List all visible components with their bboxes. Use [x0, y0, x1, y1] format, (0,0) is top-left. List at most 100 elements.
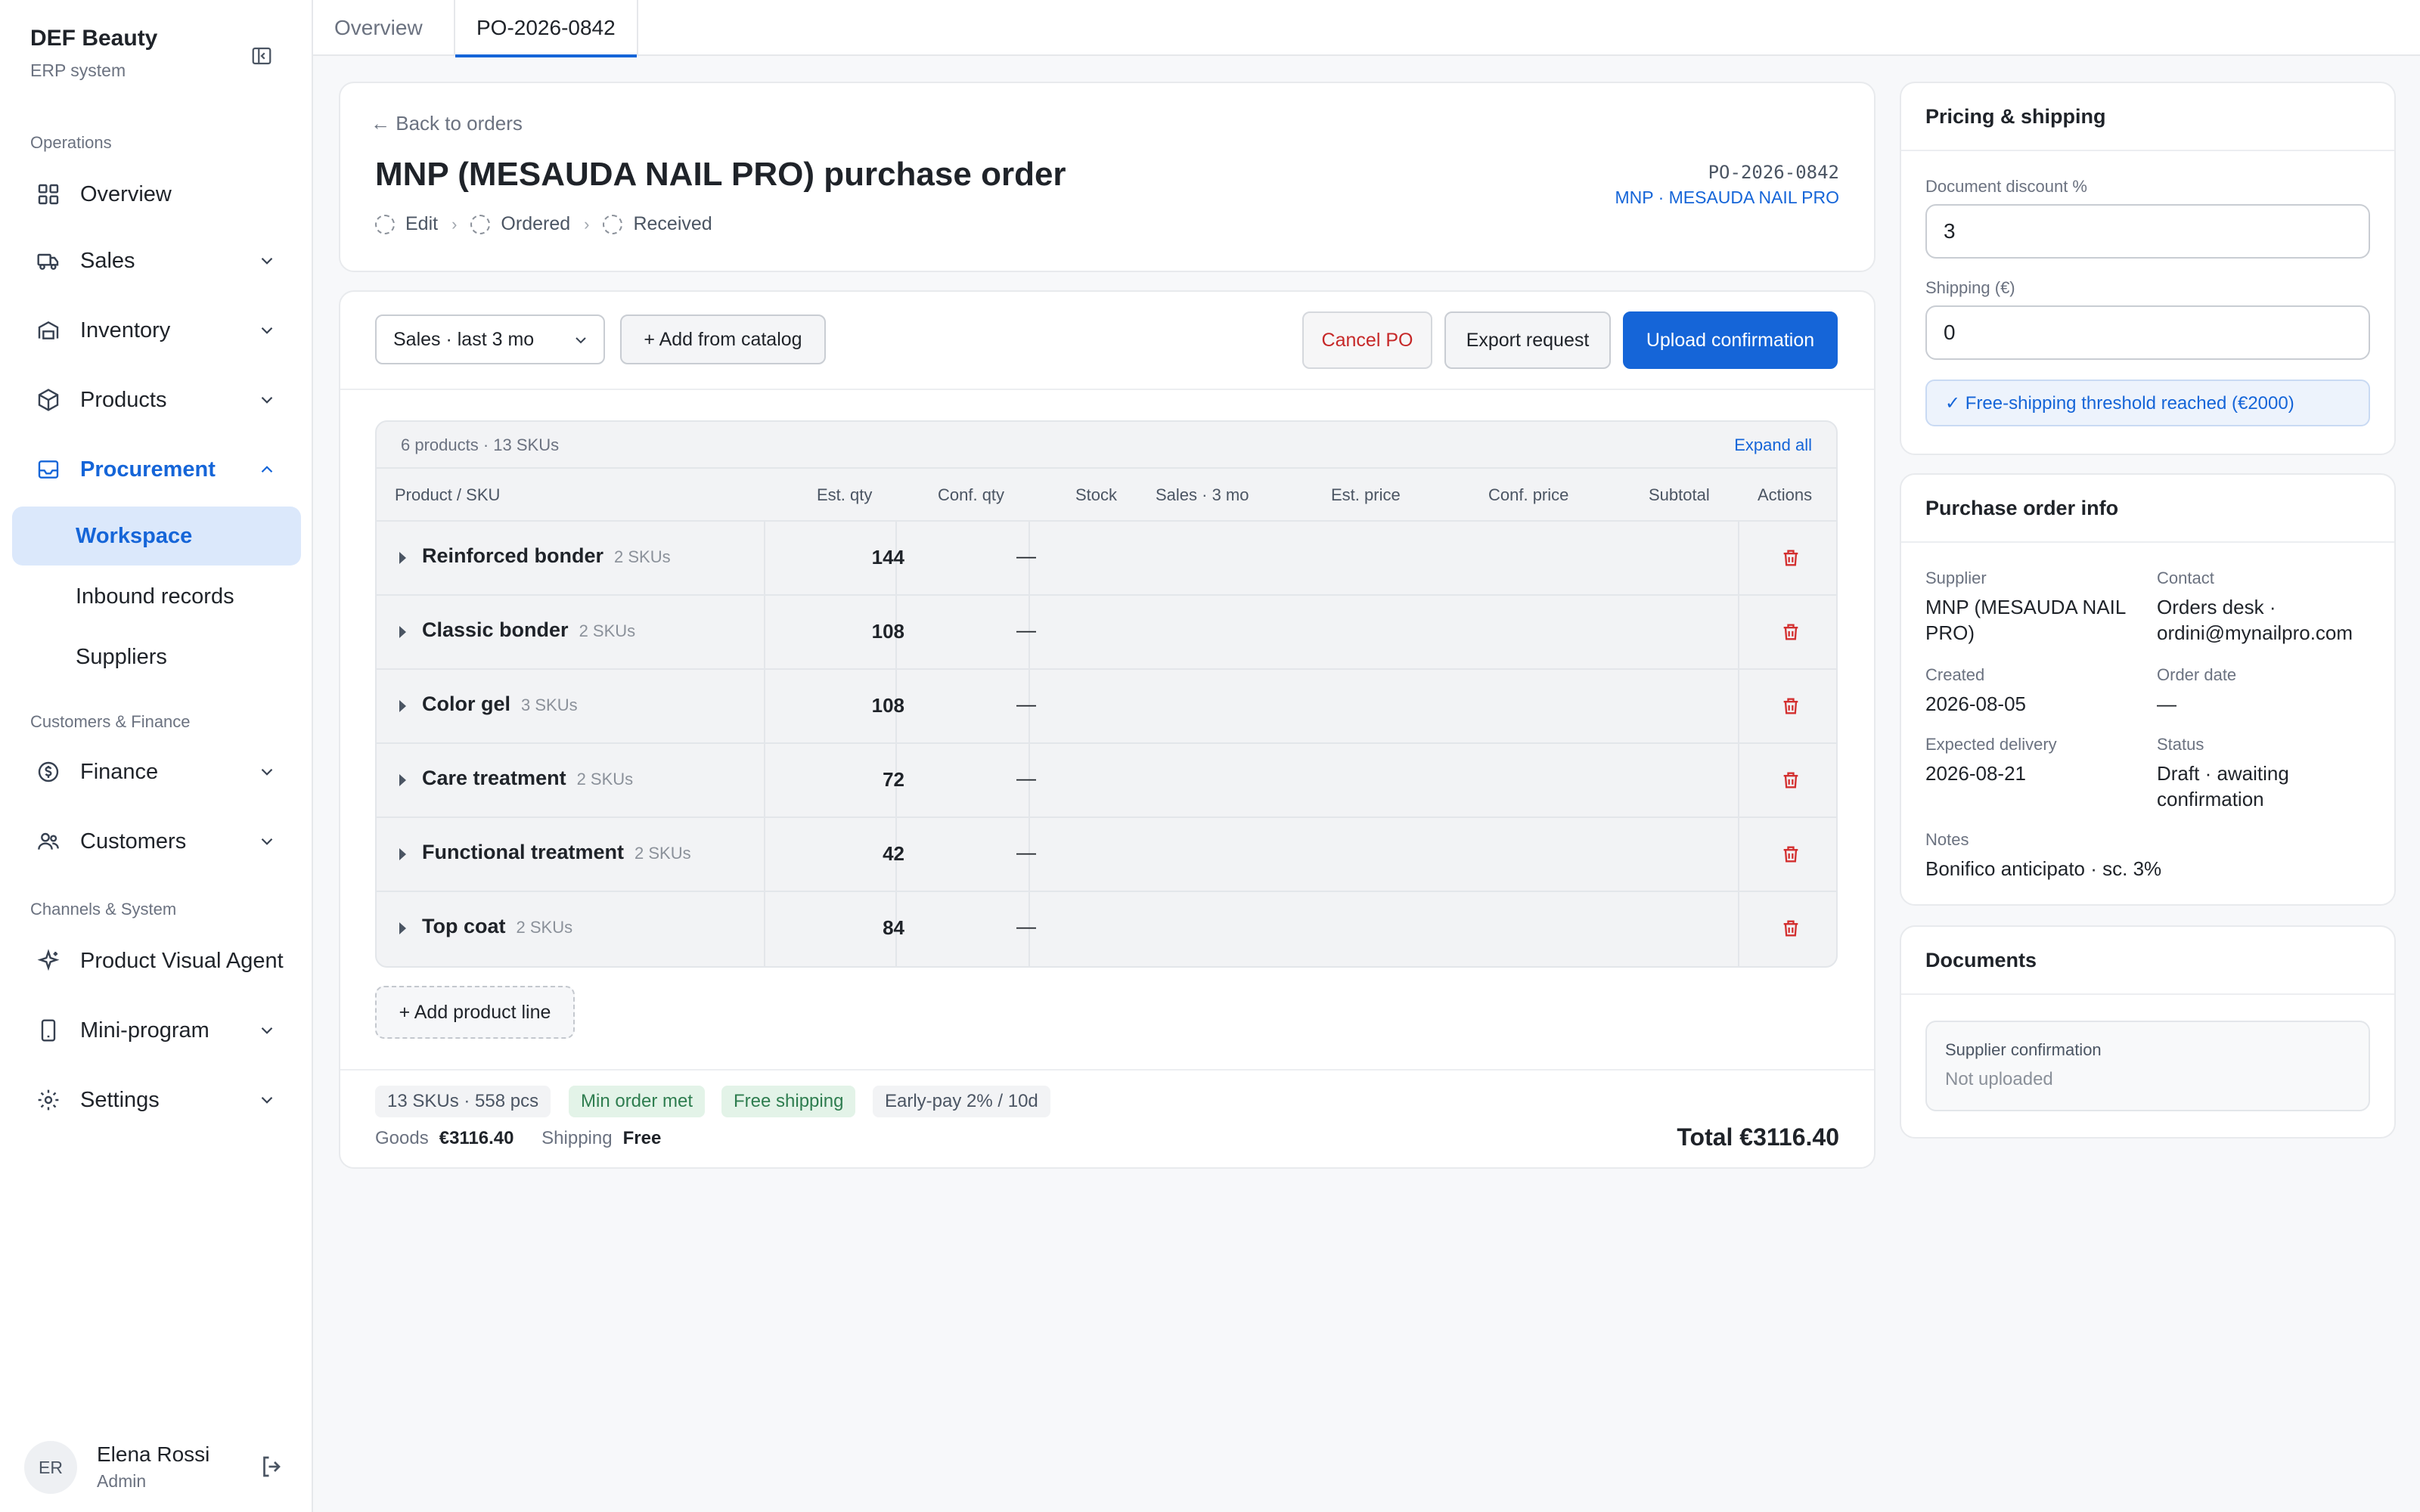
- back-to-orders-link[interactable]: ← Back to orders: [371, 112, 523, 135]
- upload-confirmation-button[interactable]: Upload confirmation: [1623, 311, 1838, 369]
- expand-caret-icon[interactable]: [399, 552, 406, 564]
- conf-qty: —: [1016, 692, 1036, 715]
- sidebar-item-products[interactable]: Products: [12, 370, 301, 429]
- trash-icon[interactable]: [1780, 620, 1801, 644]
- table-row[interactable]: Care treatment 2 SKUs 72 —: [377, 744, 1836, 818]
- add-product-line-button[interactable]: + Add product line: [375, 986, 575, 1039]
- chevron-right-icon: ›: [451, 214, 458, 234]
- expected-delivery-label: Expected delivery: [1925, 735, 2057, 754]
- export-request-button[interactable]: Export request: [1444, 311, 1611, 369]
- table-row[interactable]: Reinforced bonder 2 SKUs 144 —: [377, 522, 1836, 596]
- chevron-down-icon: [576, 337, 586, 344]
- table-row[interactable]: Classic bonder 2 SKUs 108 —: [377, 596, 1836, 670]
- expand-caret-icon[interactable]: [399, 848, 406, 860]
- sidebar-collapse-icon[interactable]: [248, 42, 275, 70]
- chevron-down-icon: [261, 1027, 273, 1034]
- conf-qty: —: [1016, 544, 1036, 567]
- sku-count: 2 SKUs: [614, 547, 671, 566]
- table-row[interactable]: Color gel 3 SKUs 108 —: [377, 670, 1836, 744]
- po-code: PO-2026-0842: [1708, 162, 1839, 183]
- column-header: Stock: [1075, 485, 1118, 504]
- po-header-card: ← Back to orders MNP (MESAUDA NAIL PRO) …: [339, 82, 1876, 272]
- product-name: Reinforced bonder 2 SKUs: [422, 544, 671, 567]
- sidebar-subitem-suppliers[interactable]: Suppliers: [12, 627, 301, 686]
- trash-icon[interactable]: [1780, 842, 1801, 866]
- est-qty: 144: [871, 546, 904, 569]
- nav-section-customers-finance: Customers & Finance: [30, 712, 191, 731]
- created-value: 2026-08-05: [1925, 692, 2026, 715]
- logout-icon[interactable]: [259, 1453, 286, 1480]
- trash-icon[interactable]: [1780, 694, 1801, 718]
- sidebar-item-label: Products: [80, 387, 167, 412]
- sidebar-item-label: Procurement: [80, 457, 216, 482]
- shipping-input[interactable]: 0: [1925, 305, 2370, 360]
- expand-all-link[interactable]: Expand all: [1734, 435, 1812, 455]
- warehouse-icon: [35, 317, 62, 344]
- user-role: Admin: [97, 1471, 147, 1491]
- supplier-confirmation-slot[interactable]: Supplier confirmation Not uploaded: [1925, 1021, 2370, 1111]
- trash-icon[interactable]: [1780, 768, 1801, 792]
- min-order-badge: Min order met: [569, 1086, 706, 1117]
- chevron-down-icon: [261, 1096, 273, 1104]
- sidebar-item-label: Finance: [80, 759, 159, 784]
- early-pay-chip: Early-pay 2% / 10d: [873, 1086, 1050, 1117]
- sidebar-item-finance[interactable]: Finance: [12, 742, 301, 801]
- sku-count: 2 SKUs: [579, 621, 636, 640]
- user-name: Elena Rossi: [97, 1442, 210, 1466]
- totals-breakdown: Goods €3116.40 Shipping Free: [375, 1128, 684, 1149]
- table-row[interactable]: Functional treatment 2 SKUs 42 —: [377, 818, 1836, 892]
- supplier-label: Supplier: [1925, 569, 1987, 587]
- column-header: Subtotal: [1649, 485, 1710, 504]
- chevron-down-icon: [261, 327, 273, 334]
- expand-caret-icon[interactable]: [399, 626, 406, 638]
- trash-icon[interactable]: [1780, 546, 1801, 570]
- sidebar-item-label: Customers: [80, 829, 187, 854]
- sku-count-chip: 13 SKUs · 558 pcs: [375, 1086, 551, 1117]
- documents-card: Documents Supplier confirmation Not uplo…: [1900, 925, 2396, 1139]
- sidebar-item-inventory[interactable]: Inventory: [12, 301, 301, 360]
- chevron-right-icon: ›: [584, 214, 590, 234]
- sku-count: 2 SKUs: [634, 844, 691, 863]
- est-qty: 42: [883, 842, 904, 865]
- tab-overview[interactable]: Overview: [313, 0, 444, 56]
- sidebar-item-sales[interactable]: Sales: [12, 231, 301, 290]
- shipping-value: Free: [622, 1128, 662, 1148]
- sidebar-item-mini-program[interactable]: Mini-program: [12, 1001, 301, 1060]
- est-qty: 72: [883, 768, 904, 791]
- expand-caret-icon[interactable]: [399, 922, 406, 934]
- trash-icon[interactable]: [1780, 916, 1801, 940]
- column-header: Sales · 3 mo: [1156, 485, 1249, 504]
- chevron-down-icon: [261, 768, 273, 776]
- tab-po-2026-0842[interactable]: PO-2026-0842: [454, 0, 638, 57]
- sku-count: 3 SKUs: [521, 696, 578, 714]
- brand-subtitle: ERP system: [30, 60, 126, 80]
- table-row[interactable]: Top coat 2 SKUs 84 —: [377, 892, 1836, 966]
- table-summary-bar: 6 products · 13 SKUs Expand all: [377, 422, 1836, 469]
- supplier-value: MNP (MESAUDA NAIL PRO): [1925, 596, 2126, 644]
- free-shipping-badge: Free shipping: [721, 1086, 856, 1117]
- sidebar-item-settings[interactable]: Settings: [12, 1070, 301, 1129]
- sidebar-item-customers[interactable]: Customers: [12, 812, 301, 871]
- supplier-link[interactable]: MNP · MESAUDA NAIL PRO: [1615, 187, 1839, 208]
- column-header: Est. price: [1331, 485, 1401, 504]
- step-label: Received: [633, 213, 712, 234]
- lines-toolbar: Sales · last 3 mo + Add from catalog Can…: [340, 292, 1874, 390]
- sku-count: 2 SKUs: [516, 918, 573, 937]
- sidebar-item-product-visual-agent[interactable]: Product Visual Agent: [12, 931, 301, 990]
- expand-caret-icon[interactable]: [399, 774, 406, 786]
- expand-caret-icon[interactable]: [399, 700, 406, 712]
- brand-name: DEF Beauty: [30, 26, 158, 51]
- sidebar-item-overview[interactable]: Overview: [12, 165, 301, 224]
- discount-input[interactable]: 3: [1925, 204, 2370, 259]
- add-from-catalog-button[interactable]: + Add from catalog: [620, 314, 826, 364]
- sidebar-item-label: Mini-program: [80, 1018, 209, 1043]
- est-qty: 108: [871, 694, 904, 717]
- sidebar-subitem-workspace[interactable]: Workspace: [12, 507, 301, 565]
- cancel-po-button[interactable]: Cancel PO: [1302, 311, 1432, 369]
- est-qty: 108: [871, 620, 904, 643]
- sidebar-subitem-inbound-records[interactable]: Inbound records: [12, 567, 301, 626]
- sidebar-item-procurement[interactable]: Procurement: [12, 440, 301, 499]
- tab-bar: Overview PO-2026-0842: [313, 0, 2420, 57]
- product-name: Care treatment 2 SKUs: [422, 767, 634, 789]
- sales-period-select[interactable]: Sales · last 3 mo: [375, 314, 605, 364]
